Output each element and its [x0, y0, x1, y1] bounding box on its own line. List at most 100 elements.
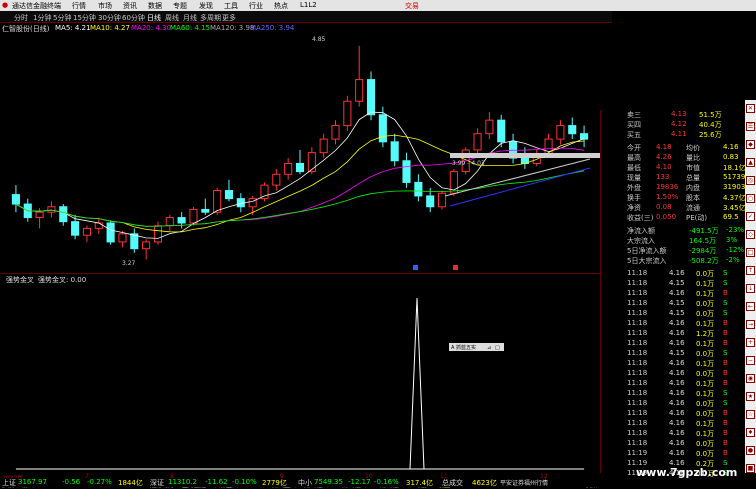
stat-value-a: 0.08: [656, 203, 672, 211]
side-tool-icon[interactable]: ●: [746, 446, 755, 455]
flow-row: 大宗流入 164.5万 3%: [601, 236, 746, 246]
stat-value-a: 0.050: [656, 213, 677, 221]
tick-side: B: [723, 359, 728, 367]
period-more[interactable]: 更多: [222, 13, 236, 23]
tick-price: 4.16: [669, 289, 685, 297]
side-tool-icon[interactable]: −: [746, 356, 755, 365]
side-tool-icon[interactable]: ▲: [746, 158, 755, 167]
menu-news[interactable]: 资讯: [123, 1, 137, 11]
side-tool-icon[interactable]: ♦: [746, 428, 755, 437]
period-monthly[interactable]: 月线: [183, 13, 197, 23]
order-book-row: 卖三 4.13 51.5万: [601, 110, 746, 120]
menu-data[interactable]: 数据: [148, 1, 162, 11]
side-tool-icon[interactable]: ◇: [746, 230, 755, 239]
tick-volume: 0.1万: [696, 390, 715, 398]
stat-value-a: 4.10: [656, 163, 672, 171]
tick-side: B: [723, 439, 728, 447]
stat-label-a: 最低: [627, 164, 641, 172]
period-5min[interactable]: 5分钟: [53, 13, 71, 23]
app-title: 通达信金融终端: [12, 2, 61, 10]
side-tool-icon[interactable]: ←: [746, 302, 755, 311]
ob-size: 40.4万: [699, 121, 722, 129]
trend-line-blue: [449, 167, 591, 207]
period-daily[interactable]: 日线: [147, 13, 161, 23]
side-tool-icon[interactable]: ■: [746, 464, 755, 473]
stat-label-b: 总量: [686, 174, 700, 182]
tick-row: 11:18 4.16 0.0万 S: [601, 269, 746, 279]
candle-body: [497, 119, 506, 143]
side-tool-icon[interactable]: ↑: [746, 266, 755, 275]
order-book-row: 买五 4.11 25.6万: [601, 130, 746, 140]
menu-market[interactable]: 市场: [98, 1, 112, 11]
candle-body: [71, 221, 80, 236]
tick-side: S: [723, 299, 728, 307]
candle-body: [47, 206, 56, 213]
tick-row: 11:18 4.16 0.0万 B: [601, 439, 746, 449]
candle-body: [343, 100, 352, 127]
tick-time: 11:18: [627, 429, 648, 437]
side-tool-icon[interactable]: ↓: [746, 284, 755, 293]
menu-l1l2[interactable]: L1L2: [300, 1, 317, 9]
side-tool-icon[interactable]: ☆: [746, 410, 755, 419]
tick-side: S: [723, 389, 728, 397]
candle-body: [284, 162, 293, 175]
candlestick-chart[interactable]: 4.85 3.27 3.99 - 4.03 4.304.204.104.003.…: [0, 33, 600, 273]
side-tool-icon[interactable]: ◎: [746, 176, 755, 185]
tick-volume: 0.1万: [696, 280, 715, 288]
app-logo-icon: ●: [2, 1, 9, 9]
side-tool-icon[interactable]: →: [746, 320, 755, 329]
menu-discover[interactable]: 发现: [199, 1, 213, 11]
side-tool-icon[interactable]: ◆: [746, 140, 755, 149]
tick-time: 11:18: [627, 399, 648, 407]
flow-row: 5日大宗流入 -508.2万 -2%: [601, 256, 746, 266]
period-15min[interactable]: 15分钟: [73, 13, 96, 23]
flow-value: 164.5万: [689, 237, 717, 245]
period-weekly[interactable]: 周线: [165, 13, 179, 23]
trade-button[interactable]: 交易: [405, 1, 419, 11]
tick-price: 4.16: [669, 269, 685, 277]
tick-row: 11:18 4.16 0.0万 S: [601, 399, 746, 409]
candle-body: [568, 125, 577, 135]
tick-row: 11:18 4.16 1.2万 B: [601, 329, 746, 339]
stat-label-a: 现量: [627, 174, 641, 182]
ma60-label: MA60: 4.15: [170, 24, 210, 32]
side-tool-icon[interactable]: +: [746, 338, 755, 347]
period-30min[interactable]: 30分钟: [98, 13, 121, 23]
candle-body: [355, 79, 364, 102]
ob-label: 买四: [627, 121, 641, 129]
tick-row: 11:18 4.16 0.1万 B: [601, 289, 746, 299]
tick-time: 11:18: [627, 439, 648, 447]
menu-topics[interactable]: 专题: [173, 1, 187, 11]
tick-side: B: [723, 419, 728, 427]
tick-price: 4.16: [669, 339, 685, 347]
ma10-line: [15, 134, 585, 233]
side-tool-icon[interactable]: ◉: [746, 374, 755, 383]
side-tool-icon[interactable]: ✓: [746, 212, 755, 221]
marker-red: [453, 265, 458, 270]
stat-value-b: 18.1亿: [723, 164, 746, 172]
tick-time: 11:18: [627, 349, 648, 357]
menu-hot[interactable]: 热点: [274, 1, 288, 11]
period-timeshare[interactable]: 分时: [14, 13, 28, 23]
period-multi[interactable]: 多周期: [200, 13, 221, 23]
menu-industry[interactable]: 行业: [249, 1, 263, 11]
side-tool-icon[interactable]: ○: [746, 194, 755, 203]
period-60min[interactable]: 60分钟: [122, 13, 145, 23]
period-1min[interactable]: 1分钟: [33, 13, 51, 23]
candle-body: [118, 233, 127, 243]
candle-body: [189, 208, 198, 224]
menu-tools[interactable]: 工具: [224, 1, 238, 11]
tick-volume: 0.1万: [696, 340, 715, 348]
side-tool-icon[interactable]: □: [746, 248, 755, 257]
side-tool-icon[interactable]: ✕: [746, 104, 755, 113]
tick-price: 4.16: [669, 389, 685, 397]
tick-price: 4.16: [669, 429, 685, 437]
stat-row: 换手 1.50% 股本 4.37亿: [601, 193, 746, 203]
indicator-chart[interactable]: 1.000.900.800.700.600.500.400.300.20 A 抓…: [0, 283, 600, 473]
side-tool-icon[interactable]: ☰: [746, 122, 755, 131]
candle-body: [485, 119, 494, 135]
tick-volume: 0.0万: [696, 270, 715, 278]
menu-quotes[interactable]: 行情: [72, 1, 86, 11]
side-tool-icon[interactable]: ★: [746, 392, 755, 401]
stat-value-b: 4.16: [723, 143, 739, 151]
